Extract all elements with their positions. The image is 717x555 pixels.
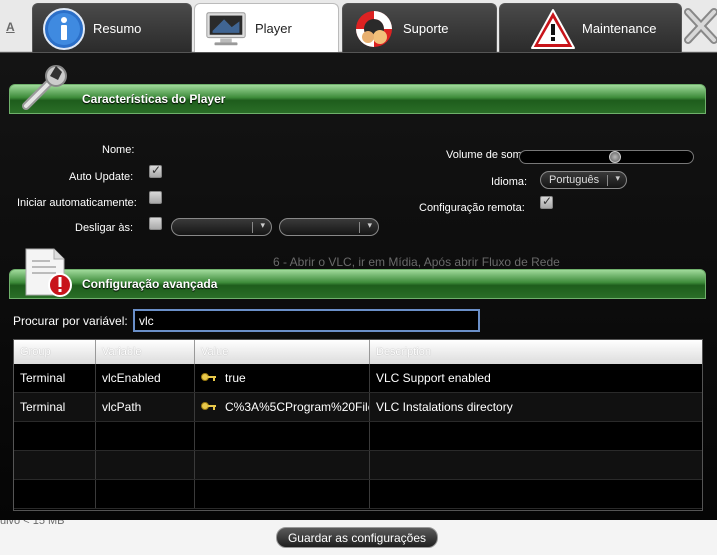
cell-description: VLC Instalations directory [376, 400, 513, 414]
chevron-down-icon: ▾ [367, 221, 372, 231]
chevron-down-icon: ▾ [260, 221, 265, 231]
language-select[interactable]: Português ▾ [540, 171, 627, 189]
advanced-section-header: Configuração avançada [9, 269, 706, 299]
info-icon [41, 6, 87, 52]
table-header: Group Variable Value Description [14, 340, 702, 364]
cell-variable: vlcEnabled [96, 364, 195, 392]
table-row[interactable]: Terminal vlcPath C%3A%5CProgram%20Files … [14, 393, 702, 422]
tab-player[interactable]: Player [194, 3, 339, 53]
shutdown-hour-select[interactable]: ▾ [171, 218, 272, 236]
shutdown-minute-select[interactable]: ▾ [279, 218, 379, 236]
remote-config-label: Configuração remota: [419, 202, 525, 214]
cell-value[interactable]: true [195, 364, 370, 392]
search-label: Procurar por variável: [13, 314, 128, 328]
shutdown-label: Desligar às: [75, 222, 134, 234]
volume-slider[interactable] [519, 150, 694, 164]
language-select-value: Português [549, 174, 600, 186]
monitor-icon [203, 6, 249, 52]
remote-config-checkbox[interactable] [540, 194, 553, 209]
volume-slider-thumb[interactable] [609, 151, 621, 163]
auto-update-label: Auto Update: [69, 171, 134, 183]
column-header-variable[interactable]: Variable [96, 340, 195, 364]
dropdown-separator [252, 222, 253, 233]
table-row-empty [14, 451, 702, 480]
table-row-empty [14, 422, 702, 451]
warning-icon [530, 6, 576, 52]
tab-resumo-label: Resumo [93, 21, 142, 36]
start-auto-label: Iniciar automaticamente: [17, 197, 137, 209]
tab-player-label: Player [255, 21, 292, 36]
variable-search-input[interactable] [133, 309, 480, 332]
tab-suporte-label: Suporte [403, 21, 449, 36]
support-icon [351, 6, 397, 52]
key-icon [201, 371, 217, 383]
background-instruction-text: 6 - Abrir o VLC, ir em Mídia, Após abrir… [273, 255, 560, 269]
save-settings-button[interactable]: Guardar as configurações [276, 527, 438, 548]
cell-group: Terminal [14, 364, 96, 392]
player-section-header: Características do Player [9, 84, 706, 114]
tab-resumo[interactable]: Resumo [32, 3, 192, 53]
table-row[interactable]: Terminal vlcEnabled true VLC Support ena… [14, 364, 702, 393]
start-auto-checkbox[interactable] [149, 191, 162, 204]
tab-maintenance-label: Maintenance [582, 21, 657, 36]
cell-description: VLC Support enabled [376, 371, 491, 385]
table-row-empty [14, 480, 702, 509]
chevron-down-icon: ▾ [615, 174, 620, 184]
advanced-section-title: Configuração avançada [82, 277, 218, 291]
tab-maintenance[interactable]: Maintenance [499, 3, 682, 53]
wrench-icon [20, 64, 72, 115]
tab-suporte[interactable]: Suporte [342, 3, 497, 53]
column-header-value[interactable]: Value [195, 340, 370, 364]
document-error-icon [24, 247, 72, 302]
cell-value[interactable]: C%3A%5CProgram%20Files [195, 393, 370, 421]
volume-label: Volume de som: [446, 149, 525, 161]
auto-update-checkbox[interactable] [149, 163, 162, 178]
background-text-a: A [6, 20, 15, 34]
key-icon [201, 400, 217, 412]
language-label: Idioma: [491, 176, 528, 188]
name-label: Nome: [102, 144, 135, 156]
dropdown-separator [607, 175, 608, 186]
cell-group: Terminal [14, 393, 96, 421]
variables-table: Group Variable Value Description Termina… [13, 339, 703, 511]
close-icon[interactable] [684, 6, 717, 46]
cell-value-text: true [225, 371, 246, 385]
player-section-title: Características do Player [82, 92, 226, 106]
column-header-group[interactable]: Group [14, 340, 96, 364]
cell-variable: vlcPath [96, 393, 195, 421]
shutdown-checkbox[interactable] [149, 217, 162, 230]
cell-value-text: C%3A%5CProgram%20Files [225, 400, 370, 414]
column-header-description[interactable]: Description [370, 340, 702, 364]
dropdown-separator [359, 222, 360, 233]
